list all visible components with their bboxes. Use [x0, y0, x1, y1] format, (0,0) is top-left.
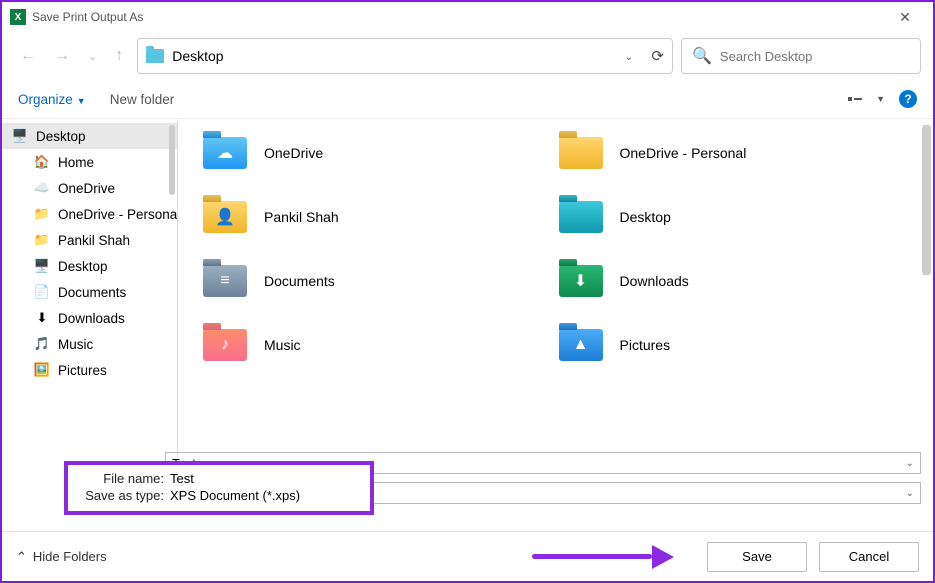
folder-icon: 📁 [34, 232, 50, 248]
chevron-down-icon[interactable]: ▼ [876, 94, 885, 104]
folder-icon: ≡ [202, 261, 248, 301]
sidebar-tree[interactable]: 🖥️ Desktop 🏠 Home ☁️ OneDrive 📁 OneDrive - Pers… [2, 119, 177, 455]
title-bar: X Save Print Output As ✕ [2, 2, 933, 32]
folder-icon [146, 49, 164, 63]
sidebar-item[interactable]: 📁 OneDrive - Personal [2, 201, 177, 227]
sidebar-item[interactable]: ⬇ Downloads [2, 305, 177, 331]
file-pane[interactable]: ☁ OneDrive OneDrive - Personal 👤 Pankil Shah… [178, 119, 933, 455]
folder-icon: 📁 [34, 206, 50, 222]
folder-icon [558, 197, 604, 237]
folder-icon [558, 133, 604, 173]
annotation-arrow [532, 550, 674, 564]
nav-recent-icon[interactable]: ⌄ [88, 50, 97, 63]
view-options-button[interactable] [848, 97, 862, 101]
file-label: Downloads [620, 273, 689, 289]
folder-icon: ☁ [202, 133, 248, 173]
folder-icon: ▲ [558, 325, 604, 365]
chevron-down-icon[interactable]: ⌄ [906, 458, 914, 469]
folder-icon: ♪ [202, 325, 248, 365]
folder-icon: 🎵 [34, 336, 50, 352]
excel-icon: X [10, 9, 26, 25]
sidebar-item-label: Pictures [58, 363, 107, 378]
file-item[interactable]: ♪ Music [202, 325, 558, 365]
file-item[interactable]: Desktop [558, 197, 914, 237]
file-label: Documents [264, 273, 335, 289]
sidebar-item[interactable]: 🖼️ Pictures [2, 357, 177, 383]
search-icon: 🔍 [692, 46, 712, 66]
help-icon[interactable]: ? [899, 90, 917, 108]
path-current: Desktop [172, 48, 223, 64]
save-type-label: Save as type: [74, 488, 164, 503]
folder-icon: ☁️ [34, 180, 50, 196]
sidebar-item[interactable]: 🖥️ Desktop [2, 253, 177, 279]
close-icon[interactable]: ✕ [885, 2, 925, 32]
file-item[interactable]: ☁ OneDrive [202, 133, 558, 173]
file-item[interactable]: ▲ Pictures [558, 325, 914, 365]
sidebar-item-label: Pankil Shah [58, 233, 130, 248]
file-label: Pankil Shah [264, 209, 339, 225]
file-name-label: File name: [74, 471, 164, 486]
nav-back-icon[interactable]: ← [20, 47, 36, 65]
main-area: 🖥️ Desktop 🏠 Home ☁️ OneDrive 📁 OneDrive - Pers… [2, 118, 933, 455]
sidebar-item[interactable]: 🏠 Home [2, 149, 177, 175]
folder-icon: 🖥️ [12, 128, 28, 144]
footer: ⌃ Hide Folders Save Cancel [2, 531, 933, 581]
sidebar-item-label: Music [58, 337, 93, 352]
file-label: Pictures [620, 337, 671, 353]
sidebar-item-label: Documents [58, 285, 126, 300]
sidebar-item[interactable]: 📄 Documents [2, 279, 177, 305]
new-folder-button[interactable]: New folder [110, 92, 175, 107]
chevron-down-icon[interactable]: ⌄ [906, 488, 914, 499]
organize-menu[interactable]: Organize▼ [18, 92, 86, 107]
chevron-down-icon[interactable]: ⌄ [624, 50, 633, 63]
sidebar-item-label: Home [58, 155, 94, 170]
save-button[interactable]: Save [707, 542, 807, 572]
refresh-icon[interactable]: ⟳ [651, 47, 664, 65]
folder-icon: 🏠 [34, 154, 50, 170]
sidebar-item[interactable]: 🎵 Music [2, 331, 177, 357]
folder-icon: 📄 [34, 284, 50, 300]
sidebar-item-label: Downloads [58, 311, 125, 326]
nav-up-icon[interactable]: ↑ [115, 47, 123, 65]
sidebar-item[interactable]: 🖥️ Desktop [2, 123, 177, 149]
folder-icon: ⬇ [34, 310, 50, 326]
file-item[interactable]: ≡ Documents [202, 261, 558, 301]
sidebar-item-label: OneDrive - Personal [58, 207, 177, 222]
search-input[interactable] [720, 49, 910, 64]
nav-forward-icon[interactable]: → [54, 47, 70, 65]
file-item[interactable]: OneDrive - Personal [558, 133, 914, 173]
folder-icon: ⬇ [558, 261, 604, 301]
hide-folders-toggle[interactable]: ⌃ Hide Folders [16, 549, 107, 565]
file-label: OneDrive - Personal [620, 145, 747, 161]
file-item[interactable]: ⬇ Downloads [558, 261, 914, 301]
cancel-button[interactable]: Cancel [819, 542, 919, 572]
chevron-up-icon: ⌃ [16, 549, 27, 565]
sidebar-item[interactable]: 📁 Pankil Shah [2, 227, 177, 253]
search-box[interactable]: 🔍 [681, 38, 921, 74]
file-item[interactable]: 👤 Pankil Shah [202, 197, 558, 237]
file-label: Desktop [620, 209, 671, 225]
nav-row: ← → ⌄ ↑ Desktop ⌄ ⟳ 🔍 [2, 32, 933, 80]
window-title: Save Print Output As [32, 10, 143, 24]
file-label: OneDrive [264, 145, 323, 161]
sidebar-item-label: Desktop [36, 129, 86, 144]
sidebar-item[interactable]: ☁️ OneDrive [2, 175, 177, 201]
annotation-highlight: File name: Test Save as type: XPS Docume… [64, 461, 374, 515]
sidebar-item-label: OneDrive [58, 181, 115, 196]
sidebar-item-label: Desktop [58, 259, 108, 274]
path-bar[interactable]: Desktop ⌄ ⟳ [137, 38, 673, 74]
folder-icon: 🖼️ [34, 362, 50, 378]
folder-icon: 👤 [202, 197, 248, 237]
toolbar: Organize▼ New folder ▼ ? [2, 80, 933, 118]
folder-icon: 🖥️ [34, 258, 50, 274]
file-label: Music [264, 337, 301, 353]
